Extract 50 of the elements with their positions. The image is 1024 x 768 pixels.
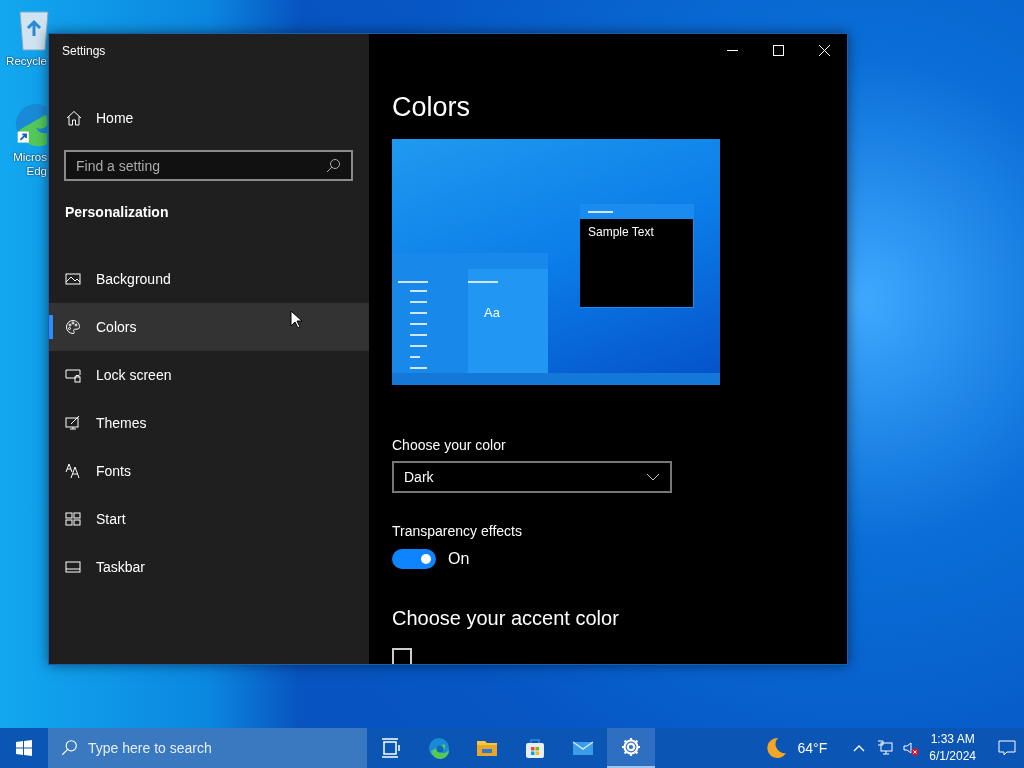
windows-icon <box>16 740 32 756</box>
maximize-icon <box>772 44 784 56</box>
preview-tile-text: Aa <box>484 305 500 320</box>
nav-item[interactable]: Background <box>49 255 369 303</box>
volume-muted-icon[interactable] <box>903 740 920 756</box>
fonts-icon <box>65 463 81 479</box>
store-icon <box>523 736 547 760</box>
search-field[interactable]: Find a setting <box>64 150 353 181</box>
lock-icon <box>65 367 81 383</box>
background-icon <box>65 271 81 287</box>
nav-item[interactable]: Lock screen <box>49 351 369 399</box>
home-icon <box>66 110 82 126</box>
themes-icon <box>65 415 81 431</box>
color-mode-dropdown[interactable]: Dark <box>392 461 672 493</box>
desktop-icon-label: Micros <box>13 150 47 164</box>
settings-icon <box>619 735 643 759</box>
nav-item[interactable]: Taskbar <box>49 543 369 591</box>
window-title: Settings <box>62 44 106 58</box>
taskbar-icon <box>65 559 81 575</box>
start-icon <box>65 511 81 527</box>
field-label: Choose your color <box>392 437 507 453</box>
taskbar-search-field[interactable]: Type here to search <box>48 728 367 768</box>
transparency-toggle[interactable] <box>392 549 436 569</box>
sample-text: Sample Text <box>588 225 654 239</box>
close-icon <box>818 44 830 56</box>
nav-item[interactable]: Themes <box>49 399 369 447</box>
nav-item[interactable]: Colors <box>49 303 369 351</box>
search-icon <box>325 157 341 174</box>
colors-icon <box>65 319 81 335</box>
section-heading: Choose your accent color <box>392 607 620 630</box>
clock[interactable]: 1:33 AM 6/1/2024 <box>929 731 976 765</box>
nav-item[interactable]: Fonts <box>49 447 369 495</box>
section-heading: Personalization <box>64 204 170 220</box>
nav-item[interactable]: Start <box>49 495 369 543</box>
home-link[interactable]: Home <box>49 106 369 130</box>
field-label: Transparency effects <box>392 523 523 539</box>
edge-icon <box>427 736 451 760</box>
checkbox[interactable] <box>392 648 412 664</box>
page-title: Colors <box>392 92 472 124</box>
task-view-icon <box>379 736 403 760</box>
desktop-icon-label: Edg <box>26 164 47 178</box>
desktop-icon-label: Recycle <box>6 54 47 68</box>
taskbar-app-button[interactable] <box>607 728 655 768</box>
chevron-down-icon <box>646 473 660 481</box>
mouse-cursor-icon <box>290 310 302 329</box>
toggle-state-text: On <box>448 550 470 568</box>
weather-temperature[interactable]: 64°F <box>797 740 828 756</box>
network-icon[interactable] <box>877 740 894 756</box>
notification-icon[interactable] <box>998 739 1016 757</box>
search-icon <box>60 739 78 757</box>
